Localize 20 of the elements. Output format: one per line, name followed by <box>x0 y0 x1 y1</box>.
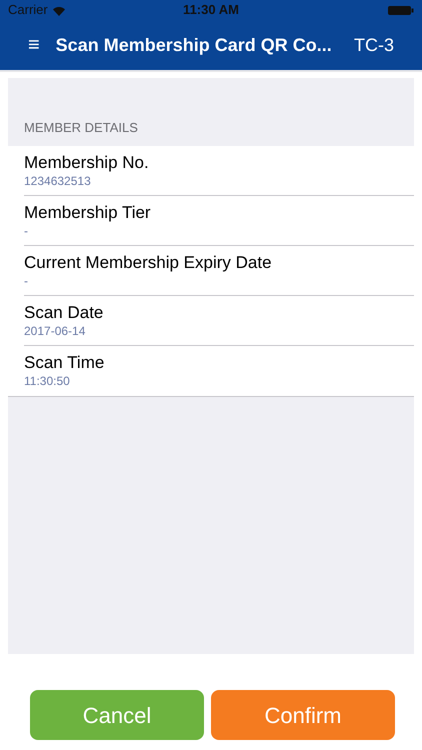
menu-button[interactable]: ≡ <box>28 35 40 55</box>
cancel-button[interactable]: Cancel <box>30 690 204 740</box>
field-label: Membership No. <box>24 152 150 174</box>
battery-icon <box>388 4 414 16</box>
carrier-label: Carrier <box>8 1 48 20</box>
field-label: Membership Tier <box>24 202 152 224</box>
field-value: 2017-06-14 <box>24 324 86 338</box>
section-header: MEMBER DETAILS <box>23 119 139 137</box>
field-label: Scan Date <box>24 302 104 324</box>
field-label: Current Membership Expiry Date <box>24 252 273 274</box>
page-title: Scan Membership Card QR Co... <box>56 34 332 57</box>
field-label: Scan Time <box>24 352 106 374</box>
field-value: - <box>24 274 29 288</box>
field-value: 1234632513 <box>24 174 92 188</box>
clock-time: 11:30 AM <box>183 1 239 20</box>
terminal-label: TC-3 <box>354 34 394 56</box>
field-value: - <box>24 224 29 238</box>
wifi-icon <box>52 4 66 16</box>
confirm-button[interactable]: Confirm <box>211 690 395 740</box>
field-value: 11:30:50 <box>24 374 71 389</box>
